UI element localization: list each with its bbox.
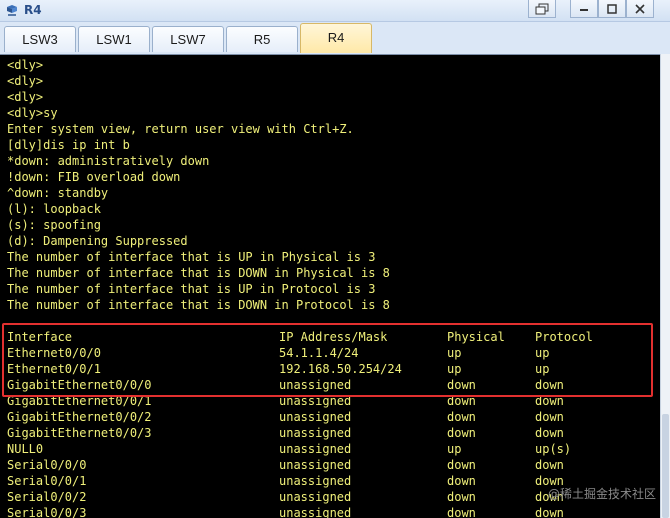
physical-state: down xyxy=(447,426,476,440)
physical-state: up xyxy=(447,442,462,456)
device-tab-bar: LSW3 LSW1 LSW7 R5 R4 xyxy=(0,22,670,54)
terminal-scrollbar[interactable] xyxy=(660,54,670,518)
protocol-state: down xyxy=(535,410,564,424)
terminal-line: The number of interface that is DOWN in … xyxy=(7,298,390,312)
watermark-text: @稀土掘金技术社区 xyxy=(547,487,656,501)
close-icon xyxy=(634,3,646,15)
tab-r4[interactable]: R4 xyxy=(300,23,372,53)
terminal-line: <dly> xyxy=(7,90,44,104)
minimize-icon xyxy=(578,3,590,15)
interface-name: GigabitEthernet0/0/2 xyxy=(7,410,152,424)
tab-lsw3[interactable]: LSW3 xyxy=(4,26,76,52)
minimize-button[interactable] xyxy=(570,0,598,18)
interface-name: NULL0 xyxy=(7,442,44,456)
terminal-line: The number of interface that is UP in Ph… xyxy=(7,250,376,264)
terminal-console[interactable]: <dly> <dly> <dly> <dly>sy Enter system v… xyxy=(0,54,660,518)
ip-address: unassigned xyxy=(279,490,352,504)
terminal-line: The number of interface that is UP in Pr… xyxy=(7,282,376,296)
protocol-state: down xyxy=(535,458,564,472)
restore-button[interactable] xyxy=(528,0,556,18)
maximize-button[interactable] xyxy=(598,0,626,18)
interface-name: Serial0/0/3 xyxy=(7,506,87,518)
protocol-state: down xyxy=(535,426,564,440)
interface-name: GigabitEthernet0/0/3 xyxy=(7,426,152,440)
terminal-line: <dly> xyxy=(7,74,44,88)
restore-icon xyxy=(534,3,550,15)
ip-address: unassigned xyxy=(279,410,352,424)
tab-lsw7[interactable]: LSW7 xyxy=(152,26,224,52)
physical-state: down xyxy=(447,506,476,518)
physical-state: down xyxy=(447,474,476,488)
interface-name: Serial0/0/2 xyxy=(7,490,87,504)
terminal-line: !down: FIB overload down xyxy=(7,170,181,184)
maximize-icon xyxy=(606,3,618,15)
terminal-line: [dly]dis ip int b xyxy=(7,138,130,152)
ip-address: unassigned xyxy=(279,458,352,472)
terminal-line: <dly>sy xyxy=(7,106,58,120)
protocol-state: up(s) xyxy=(535,442,572,456)
terminal-line: (d): Dampening Suppressed xyxy=(7,234,188,248)
ip-address: unassigned xyxy=(279,426,352,440)
terminal-line: <dly> xyxy=(7,58,44,72)
ip-address: unassigned xyxy=(279,506,352,518)
terminal-line: *down: administratively down xyxy=(7,154,210,168)
ip-address: unassigned xyxy=(279,474,352,488)
tab-r5[interactable]: R5 xyxy=(226,26,298,52)
terminal-line: (l): loopback xyxy=(7,202,101,216)
terminal-line: ^down: standby xyxy=(7,186,109,200)
physical-state: down xyxy=(447,458,476,472)
terminal-line: The number of interface that is DOWN in … xyxy=(7,266,390,280)
window-title: R4 xyxy=(24,3,42,17)
highlight-annotation-box xyxy=(2,323,653,397)
tab-lsw1[interactable]: LSW1 xyxy=(78,26,150,52)
scrollbar-thumb[interactable] xyxy=(662,414,669,518)
terminal-line: (s): spoofing xyxy=(7,218,101,232)
physical-state: down xyxy=(447,410,476,424)
ip-address: unassigned xyxy=(279,442,352,456)
close-button[interactable] xyxy=(626,0,654,18)
protocol-state: down xyxy=(535,506,564,518)
terminal-line: Enter system view, return user view with… xyxy=(7,122,354,136)
window-titlebar: R4 xyxy=(0,0,670,22)
router-icon xyxy=(4,3,20,19)
interface-name: Serial0/0/0 xyxy=(7,458,87,472)
interface-name: Serial0/0/1 xyxy=(7,474,87,488)
physical-state: down xyxy=(447,490,476,504)
